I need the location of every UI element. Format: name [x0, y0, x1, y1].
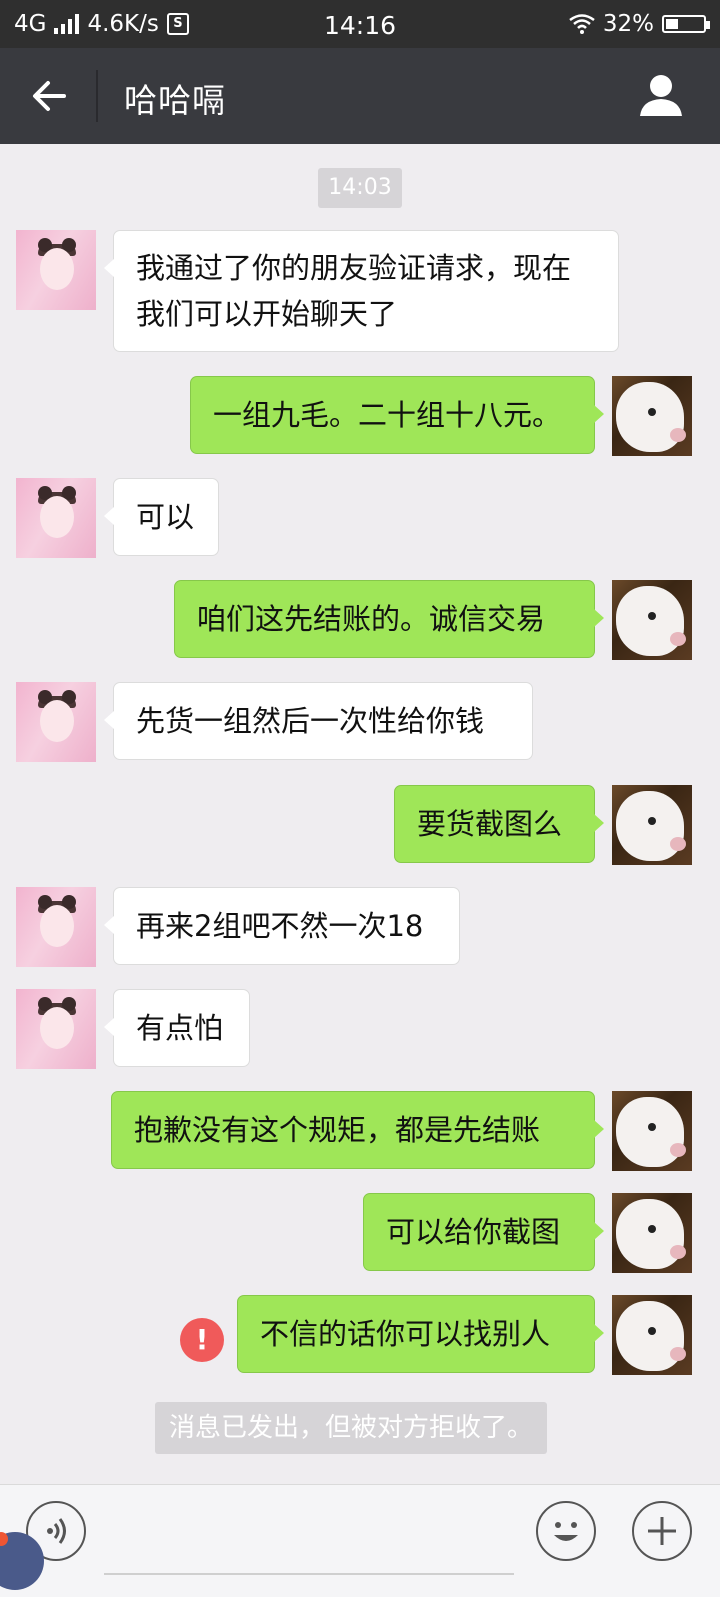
input-bar — [0, 1484, 720, 1597]
message-bubble-sent[interactable]: 抱歉没有这个规矩，都是先结账 — [111, 1091, 604, 1169]
my-avatar[interactable] — [612, 1295, 692, 1375]
my-avatar[interactable] — [612, 580, 692, 660]
title-bar: 哈哈嗝 — [0, 48, 720, 144]
contact-avatar[interactable] — [16, 478, 96, 558]
contact-avatar[interactable] — [16, 887, 96, 967]
status-bar: 4G 4.6K/s S 14:16 32% — [0, 0, 720, 48]
chat-timestamp: 14:03 — [318, 168, 402, 208]
emoji-icon[interactable] — [536, 1501, 596, 1561]
my-avatar[interactable] — [612, 1193, 692, 1273]
message-text: 咱们这先结账的。诚信交易 — [197, 602, 546, 636]
message-text: 再来2组吧不然一次18 — [136, 909, 424, 943]
message-text: 抱歉没有这个规矩，都是先结账 — [134, 1113, 541, 1147]
message-bubble-sent[interactable]: 可以给你截图 — [363, 1193, 604, 1271]
message-bubble-sent[interactable]: 要货截图么 — [394, 785, 604, 863]
message-text: 要货截图么 — [417, 807, 563, 841]
send-failed-icon[interactable]: ! — [180, 1318, 224, 1362]
plus-icon[interactable] — [632, 1501, 692, 1561]
battery-icon — [662, 15, 710, 33]
message-bubble-sent[interactable]: 不信的话你可以找别人 — [237, 1295, 604, 1373]
message-bubble-received[interactable]: 我通过了你的朋友验证请求，现在 我们可以开始聊天了 — [104, 230, 619, 352]
message-text: 可以给你截图 — [386, 1215, 561, 1249]
message-bubble-received[interactable]: 有点怕 — [104, 989, 250, 1067]
message-input[interactable] — [104, 1573, 514, 1575]
message-bubble-received[interactable]: 先货一组然后一次性给你钱 — [104, 682, 533, 760]
contact-avatar[interactable] — [16, 230, 96, 310]
my-avatar[interactable] — [612, 1091, 692, 1171]
my-avatar[interactable] — [612, 785, 692, 865]
message-text: 不信的话你可以找别人 — [260, 1317, 551, 1351]
message-text: 我们可以开始聊天了 — [136, 297, 398, 331]
message-text: 可以 — [136, 500, 195, 534]
message-bubble-received[interactable]: 可以 — [104, 478, 219, 556]
system-notice: 消息已发出，但被对方拒收了。 — [155, 1402, 548, 1454]
message-text: 我通过了你的朋友验证请求，现在 — [136, 251, 572, 285]
status-right: 32% — [569, 11, 710, 37]
arrow-left-icon[interactable] — [26, 72, 74, 120]
message-text: 有点怕 — [136, 1011, 224, 1045]
message-bubble-sent[interactable]: 咱们这先结账的。诚信交易 — [174, 580, 604, 658]
message-bubble-received[interactable]: 再来2组吧不然一次18 — [104, 887, 460, 965]
message-bubble-sent[interactable]: 一组九毛。二十组十八元。 — [190, 376, 604, 454]
message-text: 先货一组然后一次性给你钱 — [136, 704, 485, 738]
chat-title: 哈哈嗝 — [124, 81, 226, 120]
message-text: 一组九毛。二十组十八元。 — [213, 398, 562, 432]
battery-percent: 32% — [602, 11, 654, 37]
wifi-icon — [569, 14, 595, 34]
battery-fill — [666, 19, 678, 29]
my-avatar[interactable] — [612, 376, 692, 456]
person-icon[interactable] — [638, 72, 684, 118]
title-divider — [96, 70, 98, 122]
contact-avatar[interactable] — [16, 682, 96, 762]
contact-avatar[interactable] — [16, 989, 96, 1069]
